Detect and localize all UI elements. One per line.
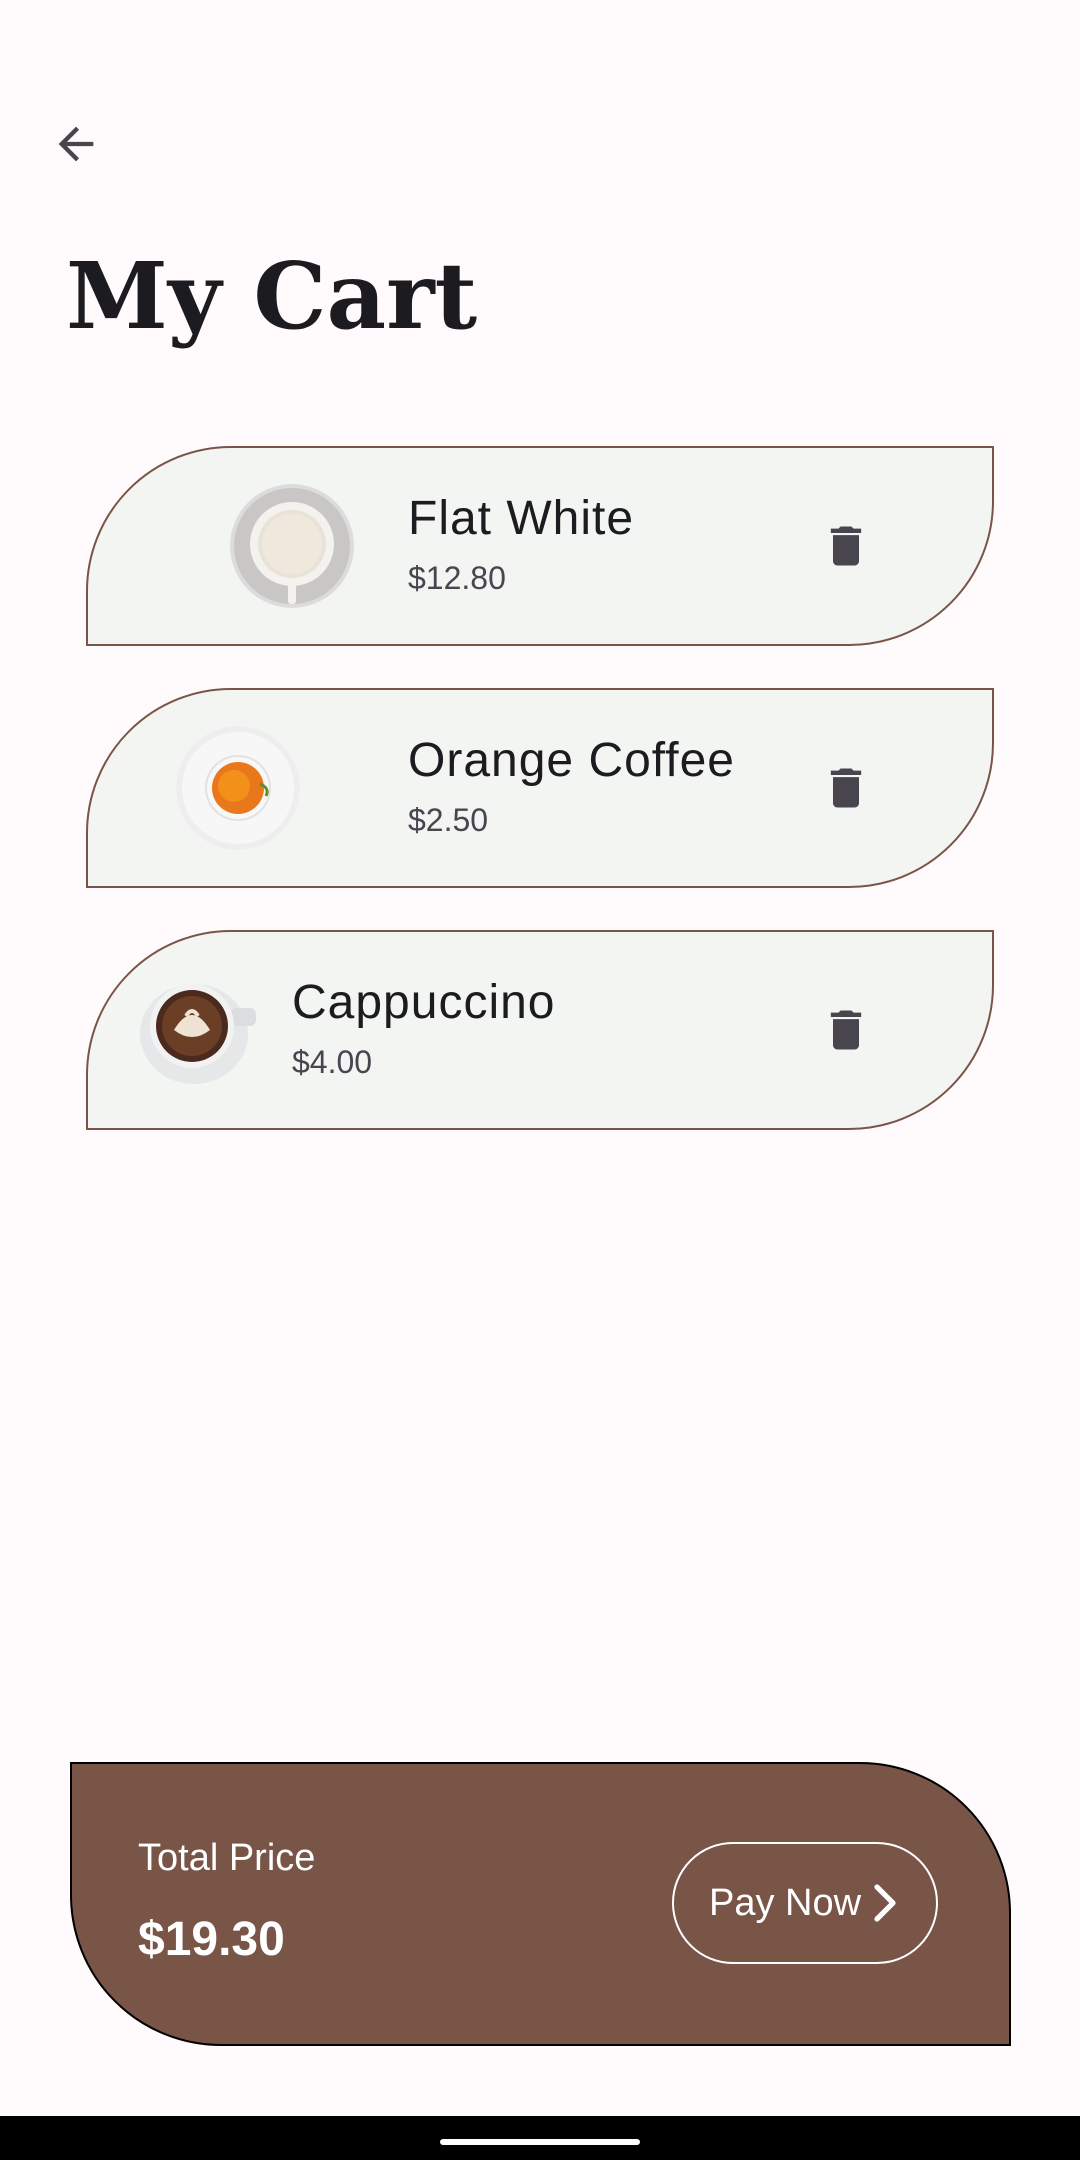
item-price: $12.80: [408, 560, 506, 596]
pay-now-label: Pay Now: [708, 1881, 862, 1924]
page-title: My Cart: [66, 242, 478, 350]
navigation-bar: [0, 2116, 1080, 2160]
item-name: Orange Coffee: [408, 734, 735, 787]
cappuccino-cup-image: [134, 968, 258, 1092]
delete-button[interactable]: [810, 994, 882, 1066]
item-price: $2.50: [408, 802, 489, 838]
back-button[interactable]: [40, 108, 112, 180]
orange-coffee-cup-image: [176, 726, 300, 850]
cart-item[interactable]: Orange Coffee $2.50: [86, 688, 994, 888]
item-price: $4.00: [292, 1044, 373, 1080]
pay-now-button[interactable]: Pay Now: [672, 1842, 938, 1964]
cart-item[interactable]: Flat White $12.80: [86, 446, 994, 646]
arrow-back-icon: [58, 126, 94, 162]
cart-item[interactable]: Cappuccino $4.00: [86, 930, 994, 1130]
trash-icon: [830, 1010, 862, 1050]
total-price-label: Total Price: [138, 1837, 316, 1879]
home-indicator[interactable]: [440, 2139, 640, 2145]
trash-icon: [830, 526, 862, 566]
delete-button[interactable]: [810, 752, 882, 824]
item-name: Cappuccino: [292, 976, 556, 1029]
status-bar: [0, 0, 1080, 64]
delete-button[interactable]: [810, 510, 882, 582]
chevron-right-icon: [869, 1883, 901, 1923]
total-price-value: $19.30: [138, 1913, 285, 1966]
item-name: Flat White: [408, 492, 635, 545]
flat-white-cup-image: [230, 484, 354, 608]
total-panel: Total Price $19.30 Pay Now: [70, 1762, 1012, 2046]
trash-icon: [830, 768, 862, 808]
